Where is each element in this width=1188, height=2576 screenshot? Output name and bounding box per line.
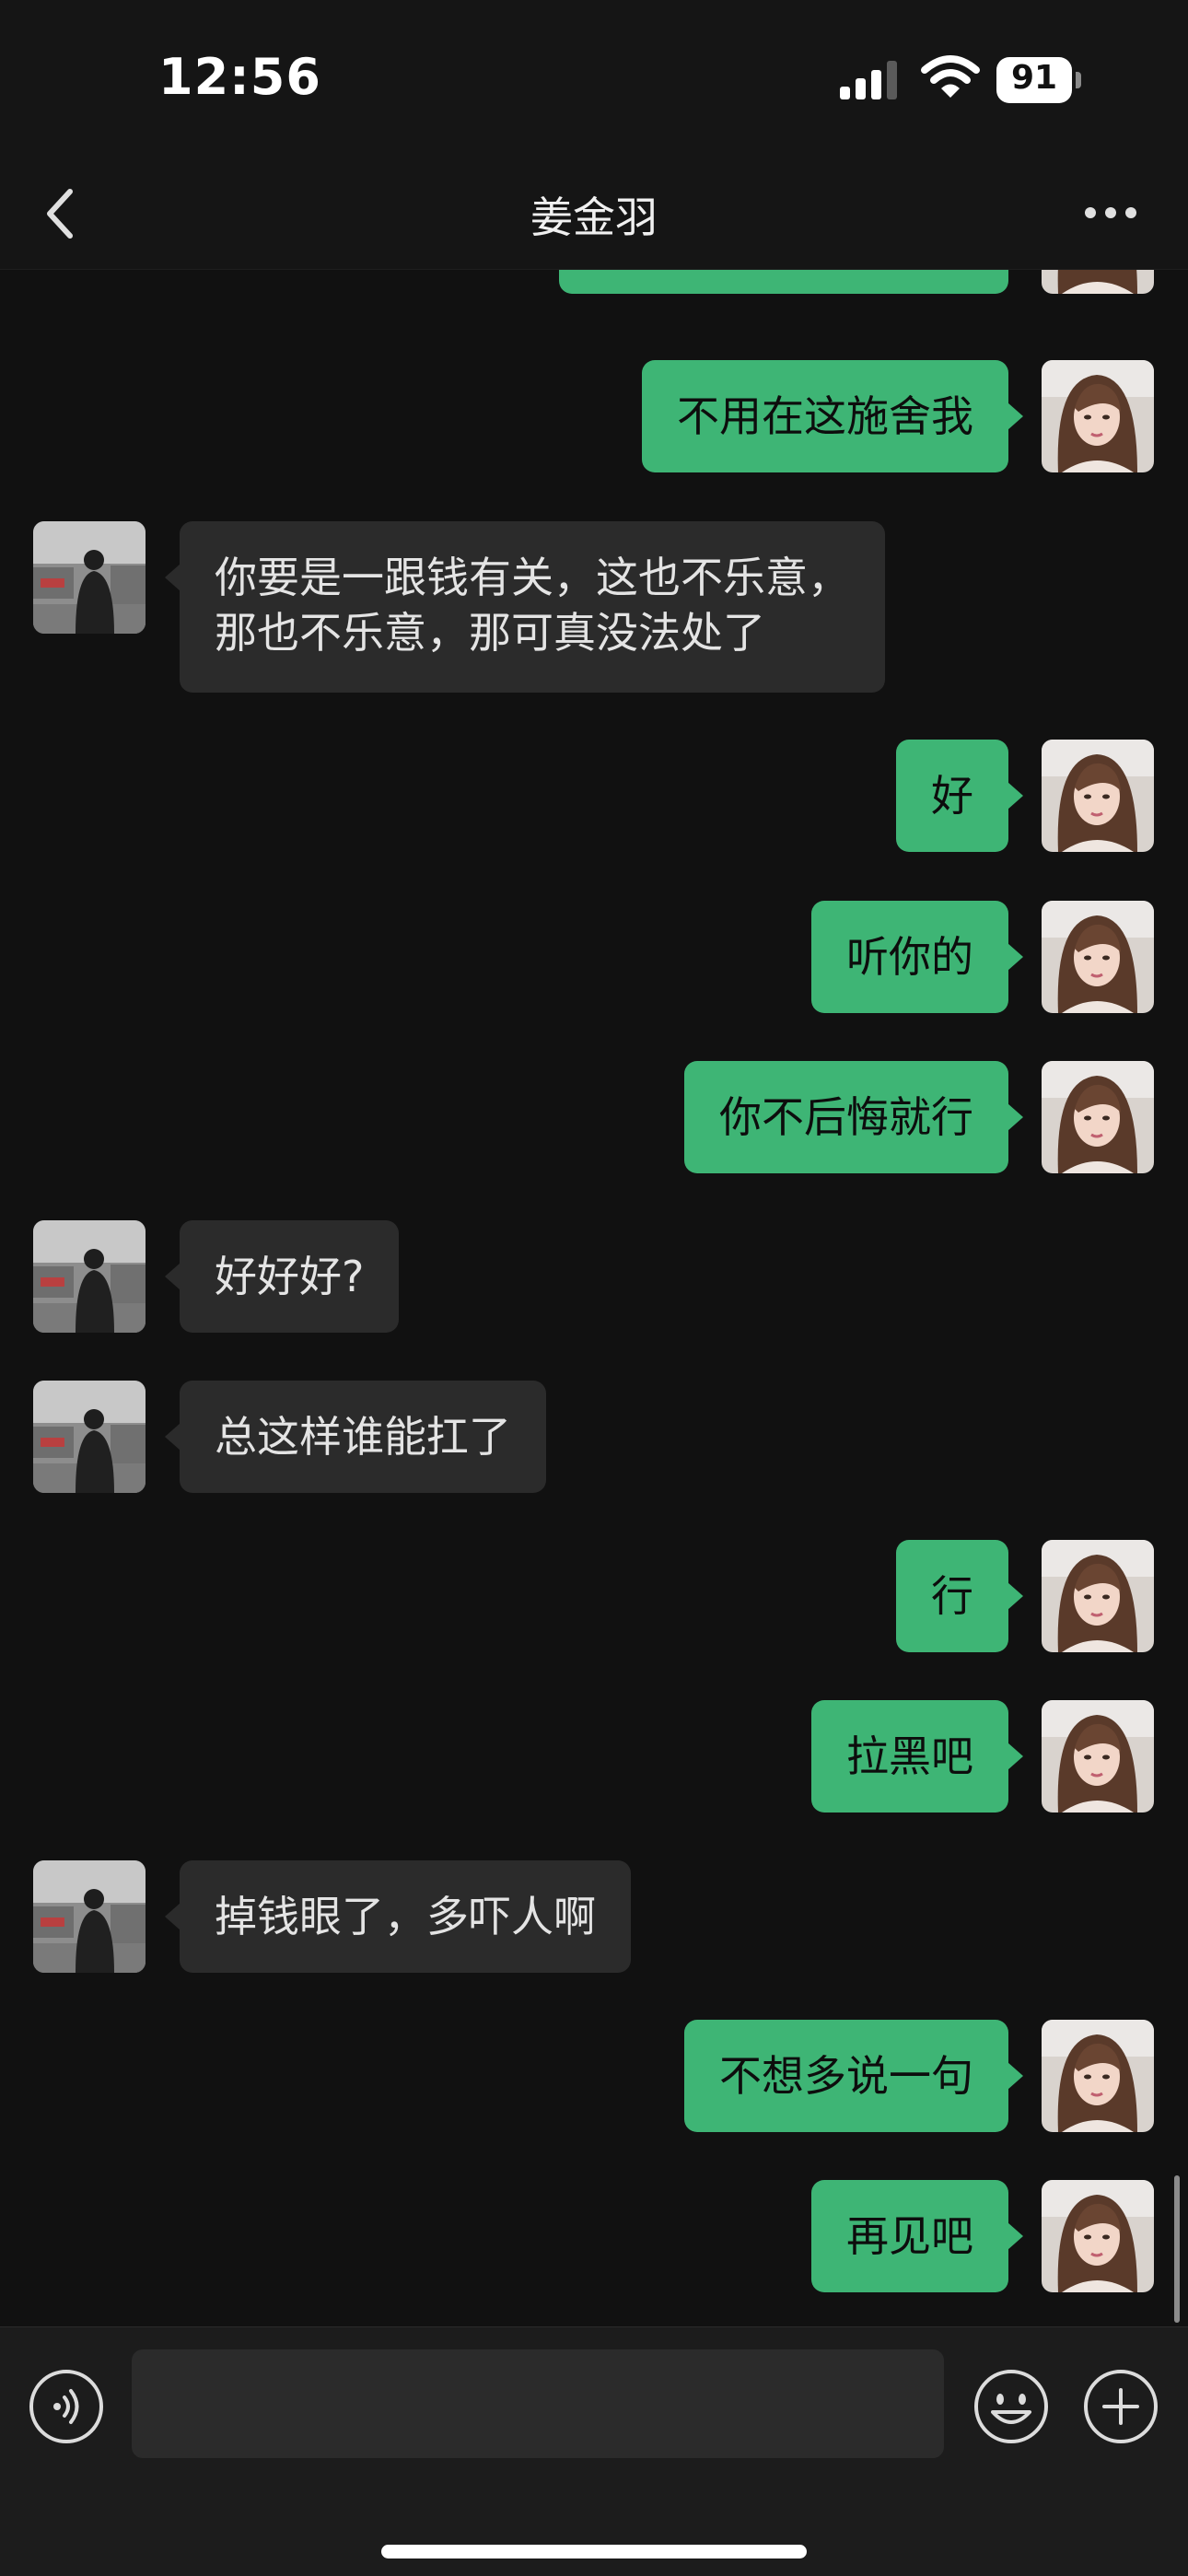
message-bubble[interactable]: 听你的 [811, 901, 1023, 1013]
message-bubble[interactable]: 你不后悔就行 [684, 1061, 1023, 1173]
message-input[interactable] [132, 2349, 944, 2458]
input-bar [0, 2326, 1188, 2576]
my-avatar[interactable] [1042, 901, 1154, 1013]
chat-title: 姜金羽 [530, 192, 658, 242]
wifi-icon [921, 55, 980, 98]
message-bubble[interactable]: 你要是一跟钱有关，这也不乐意， 那也不乐意，那可真没法处了 [165, 521, 885, 693]
scroll-indicator[interactable] [1174, 2175, 1180, 2323]
my-avatar[interactable] [1042, 1061, 1154, 1173]
plus-icon[interactable] [1082, 2368, 1159, 2445]
message-bubble[interactable]: 行 [896, 1540, 1023, 1652]
my-avatar[interactable] [1042, 269, 1154, 294]
my-avatar[interactable] [1042, 740, 1154, 852]
message-bubble[interactable]: 不用在这施舍我 [642, 360, 1023, 472]
my-avatar[interactable] [1042, 2180, 1154, 2292]
message-bubble[interactable]: 不想多说一句 [684, 2020, 1023, 2132]
my-avatar[interactable] [1042, 360, 1154, 472]
status-time: 12:56 [158, 48, 321, 106]
voice-icon[interactable] [28, 2368, 105, 2445]
message-bubble[interactable]: 总这样谁能扛了 [165, 1381, 546, 1493]
my-avatar[interactable] [1042, 1540, 1154, 1652]
status-bar: 12:56 91 [0, 0, 1188, 157]
contact-avatar[interactable] [33, 1381, 146, 1493]
message-bubble[interactable] [559, 269, 1008, 294]
cellular-signal-icon [840, 61, 897, 99]
message-bubble[interactable]: 好好好? [164, 1220, 400, 1333]
message-bubble[interactable]: 拉黑吧 [811, 1700, 1023, 1813]
message-bubble[interactable]: 再见吧 [811, 2180, 1023, 2292]
battery-icon: 91 [996, 57, 1081, 103]
contact-avatar[interactable] [33, 1220, 146, 1333]
my-avatar[interactable] [1042, 1700, 1154, 1813]
chat-header: 姜金羽 [0, 157, 1188, 270]
more-icon[interactable] [1079, 190, 1142, 236]
emoji-icon[interactable] [973, 2368, 1050, 2445]
contact-avatar[interactable] [33, 1860, 146, 1973]
chat-messages: 不用在这施舍我 你要是一跟钱有关，这也不乐意， 那也不乐意，那可真没法处了 好 … [0, 269, 1188, 2326]
home-indicator [381, 2545, 807, 2559]
contact-avatar[interactable] [33, 521, 146, 634]
message-bubble[interactable]: 掉钱眼了，多吓人啊 [165, 1860, 631, 1973]
battery-level: 91 [1010, 59, 1058, 97]
my-avatar[interactable] [1042, 2020, 1154, 2132]
message-bubble[interactable]: 好 [896, 740, 1023, 852]
